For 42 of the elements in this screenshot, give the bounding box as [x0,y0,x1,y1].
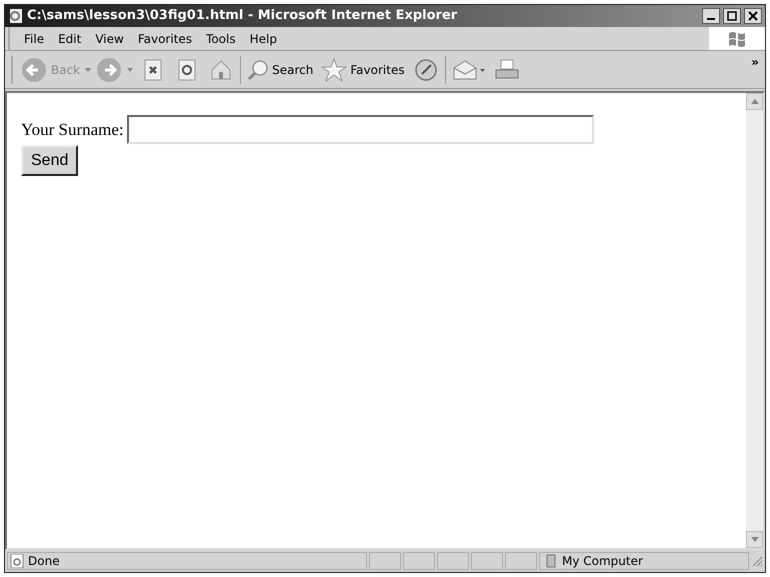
status-text: Done [28,553,60,570]
status-panel [505,552,537,570]
stop-icon [143,58,164,80]
printer-icon [494,58,520,82]
page-icon [10,554,24,568]
menu-item[interactable]: Help [250,30,277,48]
close-button[interactable] [744,8,762,24]
menu-item[interactable]: File [24,30,44,48]
menu-item[interactable]: Tools [206,30,236,48]
zone-text: My Computer [562,553,643,570]
status-panel [369,552,401,570]
close-icon [748,11,758,21]
down-arrow-icon [750,537,758,542]
house-icon [209,58,234,82]
star-icon [321,58,348,82]
menu-item[interactable]: Edit [58,30,82,48]
surname-field[interactable] [126,115,594,144]
dropdown-caret-icon[interactable] [84,66,92,72]
maximize-icon [727,11,737,21]
minimize-icon [707,18,715,20]
browser-icon [8,8,24,24]
scroll-down-button[interactable] [746,531,763,548]
status-panel [403,552,435,570]
window-title: C:\sams\lesson3\03fig01.html - Microsoft Internet Explorer [27,7,458,26]
status-panel [471,552,503,570]
search-button[interactable]: Search [245,58,316,80]
send-button[interactable]: Send [21,145,78,176]
menu-item[interactable]: Favorites [138,30,192,48]
vertical-scrollbar[interactable] [746,93,763,548]
favorites-button[interactable]: Favorites [319,58,407,82]
maximize-button[interactable] [723,8,741,24]
minimize-button[interactable] [702,8,720,24]
magnifier-icon [247,58,270,80]
toolbar-overflow[interactable]: » [751,53,759,71]
up-arrow-icon [750,99,758,104]
status-panel [437,552,469,570]
menu-item[interactable]: View [95,30,124,48]
surname-label: Your Surname: [21,118,124,141]
envelope-icon [452,58,486,80]
resize-grip-icon[interactable] [751,555,763,567]
scroll-up-button[interactable] [746,93,763,110]
dropdown-caret-icon[interactable] [126,66,134,72]
